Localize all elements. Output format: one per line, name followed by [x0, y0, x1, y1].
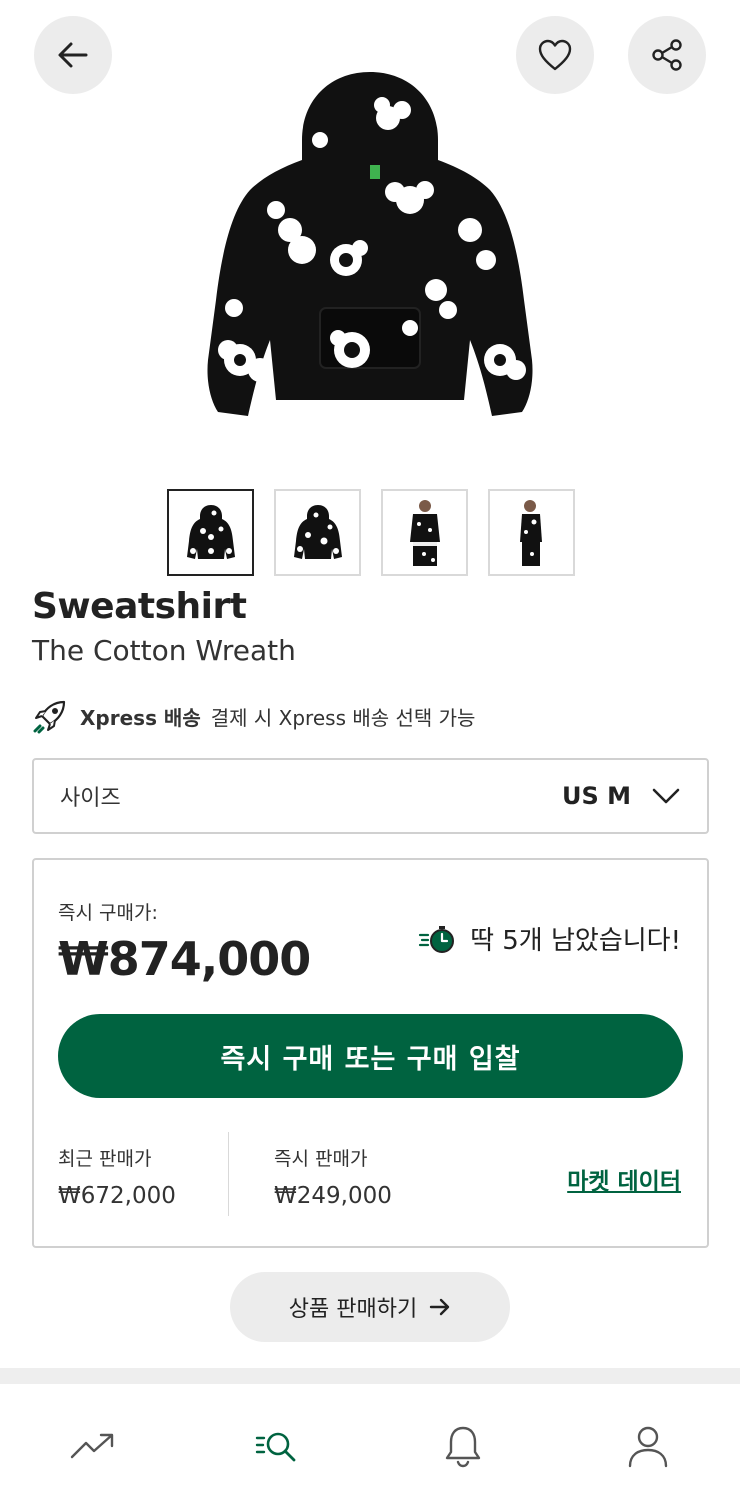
size-value: US M [561, 782, 631, 810]
thumbnail-3[interactable] [381, 489, 468, 576]
last-sale-label: 최근 판매가 [58, 1148, 152, 1170]
share-icon [652, 39, 682, 71]
xpress-label: Xpress 배송 [80, 705, 201, 730]
buy-now-label: 즉시 구매가: [58, 902, 158, 924]
share-button[interactable] [628, 16, 706, 94]
nav-trending[interactable] [0, 1392, 185, 1500]
rocket-icon [33, 700, 66, 734]
price-card: 즉시 구매가: ₩874,000 딱 5개 남았습니다! 즉시 구매 또는 구매… [32, 858, 709, 1248]
profile-icon [628, 1426, 667, 1468]
hoodie-back-thumb [293, 504, 342, 559]
product-title: Sweatshirt [32, 586, 247, 627]
section-separator [0, 1368, 740, 1384]
sell-product-label: 상품 판매하기 [288, 1297, 418, 1322]
model-front-thumb [409, 499, 440, 566]
hoodie-image [207, 72, 533, 416]
nav-search[interactable] [185, 1392, 370, 1500]
trending-icon [70, 1433, 113, 1459]
model-side-thumb [519, 499, 542, 566]
arrow-left-icon [58, 42, 88, 68]
back-button[interactable] [34, 16, 112, 94]
last-sale-stat: 최근 판매가 ₩672,000 [58, 1144, 176, 1209]
nav-notifications[interactable] [370, 1392, 555, 1500]
sell-now-value: ₩249,000 [274, 1183, 392, 1209]
size-label: 사이즈 [60, 786, 121, 811]
stock-text: 딱 5개 남았습니다! [470, 926, 681, 956]
sell-product-button[interactable]: 상품 판매하기 [230, 1272, 510, 1342]
thumbnail-4[interactable] [488, 489, 575, 576]
xpress-description: 결제 시 Xpress 배송 선택 가능 [210, 705, 476, 730]
chevron-down-icon [652, 788, 680, 804]
search-icon [255, 1432, 295, 1462]
xpress-shipping-row: Xpress 배송 결제 시 Xpress 배송 선택 가능 [32, 698, 475, 734]
buy-or-bid-button[interactable]: 즉시 구매 또는 구매 입찰 [58, 1014, 683, 1098]
sell-now-label: 즉시 판매가 [274, 1148, 368, 1170]
market-data-link[interactable]: 마켓 데이터 [567, 1162, 681, 1196]
nav-profile[interactable] [555, 1392, 740, 1500]
bell-icon [445, 1426, 480, 1468]
bottom-nav [0, 1392, 740, 1500]
product-subtitle: The Cotton Wreath [32, 634, 296, 667]
stat-divider [228, 1132, 229, 1216]
thumbnail-2[interactable] [274, 489, 361, 576]
stopwatch-icon [418, 925, 455, 953]
arrow-right-icon [430, 1298, 450, 1316]
size-selector[interactable]: 사이즈 US M [32, 758, 709, 834]
last-sale-value: ₩672,000 [58, 1183, 176, 1209]
buy-now-price: ₩874,000 [58, 932, 311, 986]
hoodie-front-thumb [186, 504, 235, 559]
sell-now-stat: 즉시 판매가 ₩249,000 [274, 1144, 392, 1209]
thumbnail-strip [167, 489, 575, 576]
stock-indicator: 딱 5개 남았습니다! [418, 920, 681, 957]
product-image[interactable] [170, 60, 570, 440]
thumbnail-1[interactable] [167, 489, 254, 576]
